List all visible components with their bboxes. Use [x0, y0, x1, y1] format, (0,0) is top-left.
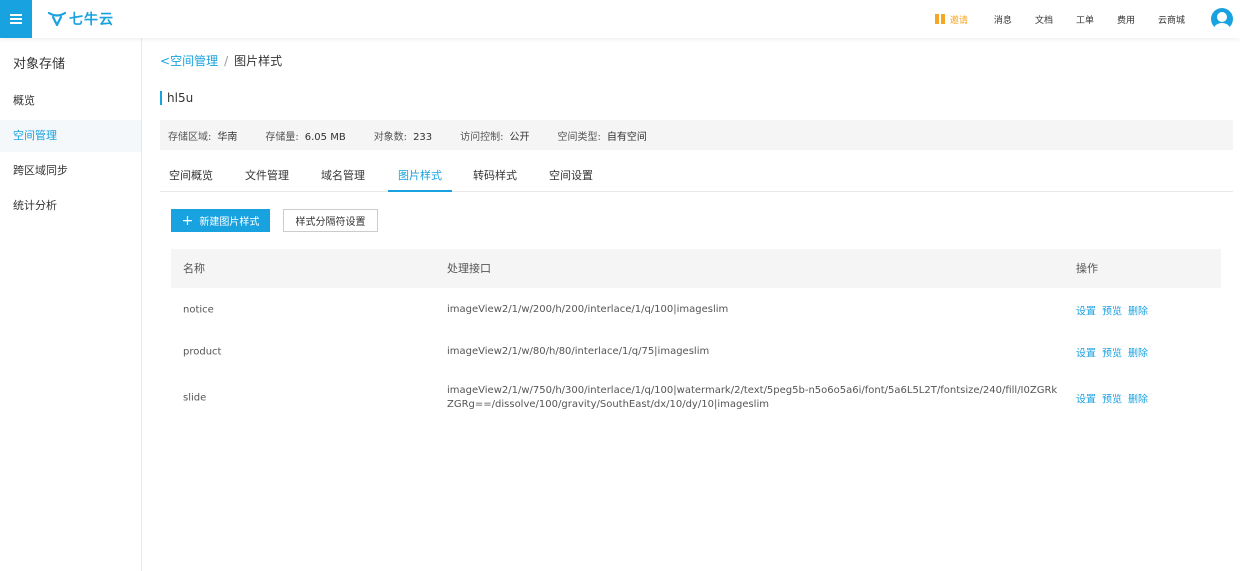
- edit-link[interactable]: 设置: [1076, 391, 1096, 406]
- info-objects: 对象数: 233: [374, 128, 432, 143]
- sidebar-item-bucket-management[interactable]: 空间管理: [0, 120, 141, 152]
- invite-link[interactable]: 邀请: [934, 13, 968, 26]
- new-image-style-label: 新建图片样式: [199, 217, 260, 228]
- messages-link[interactable]: 消息: [994, 13, 1012, 26]
- market-link[interactable]: 云商城: [1158, 13, 1185, 26]
- table-row: notice imageView2/1/w/200/h/200/interlac…: [171, 288, 1221, 331]
- breadcrumb-separator: /: [224, 53, 229, 68]
- info-objects-value: 233: [413, 131, 433, 143]
- header-interface: 处理接口: [447, 262, 491, 275]
- table-header: 名称 处理接口 操作: [171, 249, 1221, 288]
- edit-link[interactable]: 设置: [1076, 302, 1096, 317]
- info-storage-value: 6.05 MB: [304, 131, 346, 143]
- preview-link[interactable]: 预览: [1102, 302, 1122, 317]
- breadcrumb-back-link[interactable]: <空间管理: [160, 52, 218, 69]
- info-access-value: 公开: [509, 131, 530, 143]
- info-type-value: 自有空间: [606, 131, 647, 143]
- tab-file-management[interactable]: 文件管理: [236, 163, 298, 192]
- header-name: 名称: [183, 262, 205, 275]
- style-name: notice: [183, 304, 214, 315]
- tab-domain-management[interactable]: 域名管理: [312, 163, 374, 192]
- main-content: <空间管理 / 图片样式 hl5u 存储区域: 华南 存储量: 6.05 MB 对象…: [142, 38, 1240, 571]
- info-type-label: 空间类型:: [557, 131, 601, 143]
- top-bar: 七牛云 邀请 消息 文档 工单 费用 云商城: [0, 0, 1240, 38]
- tab-transcode-styles[interactable]: 转码样式: [464, 163, 526, 192]
- docs-link[interactable]: 文档: [1035, 13, 1053, 26]
- chevron-left-icon: <: [160, 54, 171, 68]
- info-region-value: 华南: [217, 131, 238, 143]
- style-interface: imageView2/1/w/750/h/300/interlace/1/q/1…: [447, 385, 1058, 410]
- new-image-style-button[interactable]: + 新建图片样式: [171, 209, 270, 232]
- sidebar: 对象存储 概览 空间管理 跨区域同步 统计分析: [0, 38, 142, 571]
- logo[interactable]: 七牛云: [48, 9, 114, 29]
- sidebar-item-cross-region-sync[interactable]: 跨区域同步: [0, 155, 141, 187]
- delete-link[interactable]: 删除: [1128, 391, 1148, 406]
- sidebar-item-overview[interactable]: 概览: [0, 85, 141, 117]
- bucket-tabs: 空间概览 文件管理 域名管理 图片样式 转码样式 空间设置: [160, 163, 1233, 192]
- row-actions: 设置 预览 删除: [1076, 345, 1148, 360]
- user-avatar[interactable]: [1211, 8, 1233, 30]
- info-storage: 存储量: 6.05 MB: [265, 128, 345, 143]
- hamburger-icon: [10, 14, 22, 24]
- delete-link[interactable]: 删除: [1128, 345, 1148, 360]
- sidebar-item-statistics[interactable]: 统计分析: [0, 190, 141, 222]
- table-row: product imageView2/1/w/80/h/80/interlace…: [171, 331, 1221, 373]
- tickets-link[interactable]: 工单: [1076, 13, 1094, 26]
- style-separator-setting-button[interactable]: 样式分隔符设置: [283, 209, 378, 232]
- menu-toggle-button[interactable]: [0, 0, 32, 38]
- logo-text: 七牛云: [69, 12, 114, 28]
- style-name: slide: [183, 392, 207, 404]
- style-interface: imageView2/1/w/200/h/200/interlace/1/q/1…: [447, 303, 729, 315]
- qiniu-logo-icon: [48, 11, 66, 27]
- table-row: slide imageView2/1/w/750/h/300/interlace…: [171, 373, 1221, 423]
- info-region: 存储区域: 华南: [168, 128, 237, 143]
- preview-link[interactable]: 预览: [1102, 391, 1122, 406]
- style-name: product: [183, 346, 222, 358]
- preview-link[interactable]: 预览: [1102, 345, 1122, 360]
- info-access: 访问控制: 公开: [460, 128, 529, 143]
- breadcrumb: <空间管理 / 图片样式: [160, 52, 282, 69]
- info-type: 空间类型: 自有空间: [558, 128, 647, 143]
- tab-bucket-settings[interactable]: 空间设置: [540, 163, 602, 192]
- info-storage-label: 存储量:: [265, 131, 299, 143]
- sidebar-title: 对象存储: [13, 57, 66, 72]
- row-actions: 设置 预览 删除: [1076, 302, 1148, 317]
- breadcrumb-current: 图片样式: [234, 54, 283, 68]
- row-actions: 设置 预览 删除: [1076, 391, 1148, 406]
- bucket-name: hl5u: [160, 91, 193, 105]
- image-styles-table: 名称 处理接口 操作 notice imageView2/1/w/200/h/2…: [171, 249, 1221, 423]
- plus-icon: +: [181, 212, 194, 229]
- info-region-label: 存储区域:: [168, 131, 212, 143]
- info-access-label: 访问控制:: [460, 131, 504, 143]
- top-nav: 邀请 消息 文档 工单 费用 云商城: [934, 0, 1240, 38]
- info-objects-label: 对象数:: [373, 131, 408, 143]
- breadcrumb-back-label: 空间管理: [170, 54, 219, 68]
- invite-label: 邀请: [949, 15, 968, 26]
- tab-image-styles[interactable]: 图片样式: [388, 163, 452, 192]
- delete-link[interactable]: 删除: [1128, 302, 1148, 317]
- billing-link[interactable]: 费用: [1117, 13, 1135, 26]
- gift-icon: [934, 14, 945, 24]
- bucket-info-bar: 存储区域: 华南 存储量: 6.05 MB 对象数: 233 访问控制: 公开 空间类型…: [160, 120, 1233, 150]
- header-actions: 操作: [1076, 262, 1098, 275]
- tab-bucket-overview[interactable]: 空间概览: [160, 163, 222, 192]
- style-interface: imageView2/1/w/80/h/80/interlace/1/q/75|…: [447, 346, 710, 357]
- edit-link[interactable]: 设置: [1076, 345, 1096, 360]
